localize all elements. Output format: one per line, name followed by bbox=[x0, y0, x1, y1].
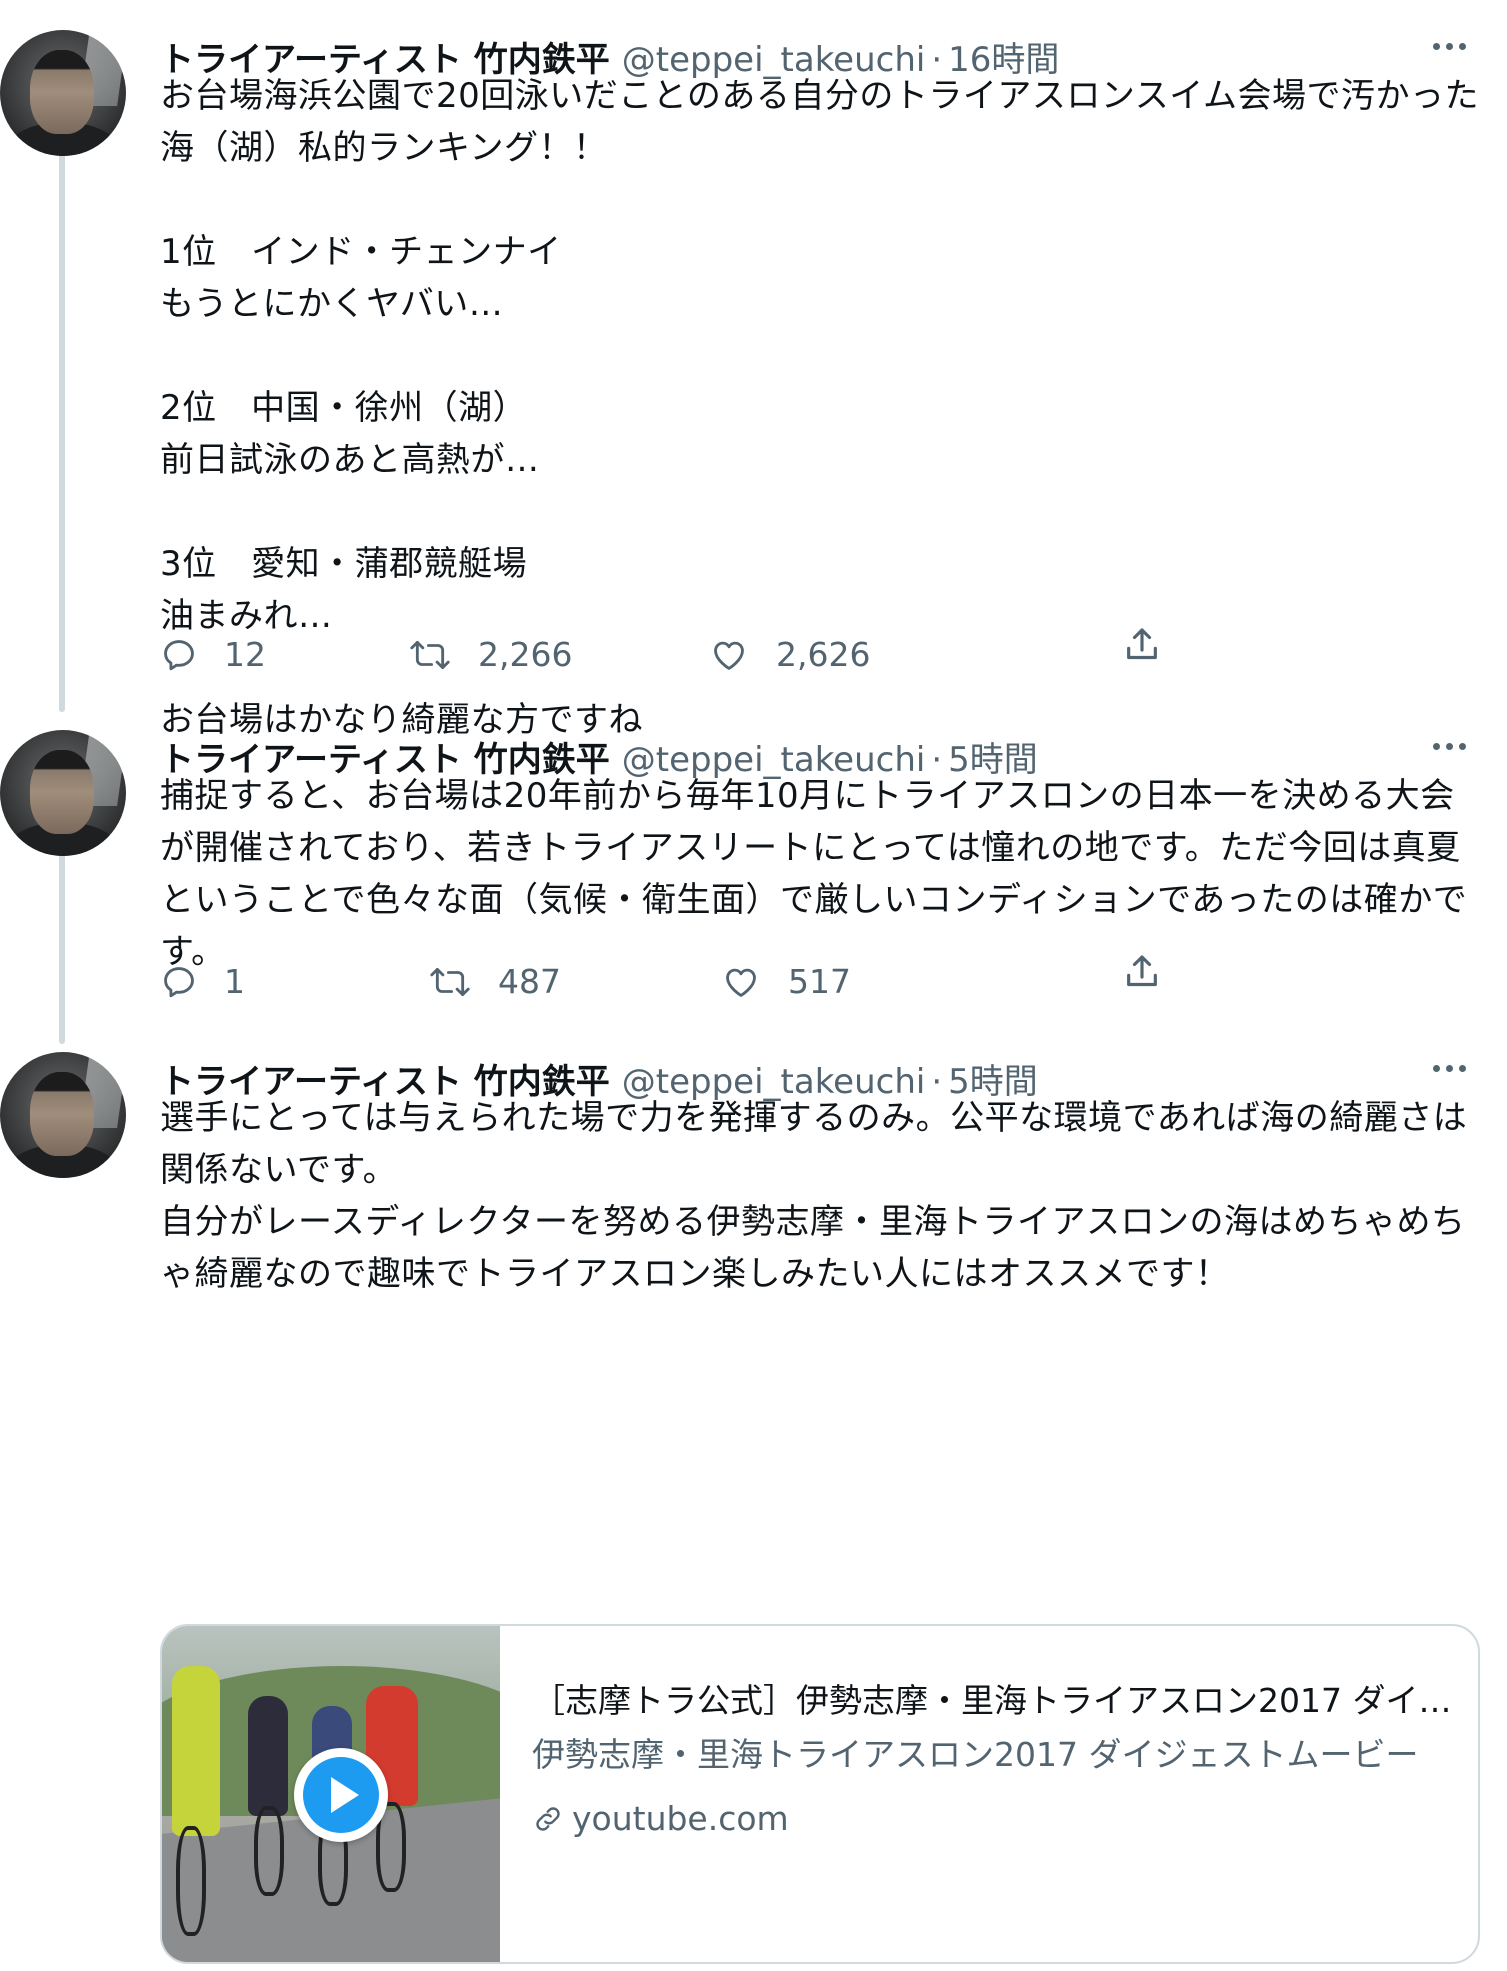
link-card[interactable]: ［志摩トラ公式］伊勢志摩・里海トライアスロン2017 ダイジェストムービー 伊勢… bbox=[160, 1624, 1480, 1964]
reply-button[interactable]: 1 bbox=[160, 952, 245, 1012]
card-title[interactable]: ［志摩トラ公式］伊勢志摩・里海トライアスロン2017 ダイジェストムービー bbox=[532, 1678, 1452, 1724]
tweet-2[interactable]: トライアーティスト 竹内鉄平 @teppei_takeuchi · 5時間 捕捉… bbox=[0, 722, 1507, 1022]
retweet-icon bbox=[430, 967, 470, 997]
like-icon bbox=[714, 641, 744, 670]
like-button[interactable]: 2,626 bbox=[708, 625, 870, 685]
tweet-text: 捕捉すると、お台場は20年前から毎年10月にトライアスロンの日本一を決める大会が… bbox=[160, 776, 1468, 972]
share-icon bbox=[1127, 628, 1157, 660]
like-button[interactable]: 517 bbox=[720, 952, 851, 1012]
reply-icon bbox=[164, 967, 194, 998]
avatar[interactable] bbox=[0, 730, 126, 856]
link-icon bbox=[536, 1807, 560, 1831]
avatar[interactable] bbox=[0, 30, 126, 156]
play-icon[interactable] bbox=[294, 1748, 388, 1842]
tweet-1[interactable]: トライアーティスト 竹内鉄平 @teppei_takeuchi · 16時間 お… bbox=[0, 22, 1507, 740]
reply-icon bbox=[164, 640, 194, 671]
more-horizontal-icon[interactable] bbox=[1433, 1065, 1466, 1072]
reply-button[interactable]: 12 bbox=[160, 625, 266, 685]
like-count: 2,626 bbox=[776, 635, 871, 674]
reply-count: 1 bbox=[224, 962, 245, 1001]
video-thumbnail[interactable] bbox=[162, 1626, 500, 1962]
retweet-icon bbox=[410, 640, 450, 670]
tweet-actions: 12 2,266 2,626 bbox=[160, 625, 1300, 685]
card-domain: youtube.com bbox=[532, 1796, 1452, 1842]
card-body: ［志摩トラ公式］伊勢志摩・里海トライアスロン2017 ダイジェストムービー 伊勢… bbox=[532, 1678, 1452, 1842]
tweet-thread: トライアーティスト 竹内鉄平 @teppei_takeuchi · 16時間 お… bbox=[0, 0, 1507, 1971]
like-count: 517 bbox=[788, 962, 851, 1001]
retweet-button[interactable]: 2,266 bbox=[408, 625, 572, 685]
tweet-3[interactable]: トライアーティスト 竹内鉄平 @teppei_takeuchi · 5時間 選手… bbox=[0, 1044, 1507, 1964]
avatar[interactable] bbox=[0, 1052, 126, 1178]
retweet-count: 487 bbox=[498, 962, 561, 1001]
tweet-text: 選手にとっては与えられた場で力を発揮するのみ。公平な環境であれば海の綺麗さは関係… bbox=[160, 1098, 1468, 1294]
share-button[interactable] bbox=[1122, 625, 1162, 665]
reply-count: 12 bbox=[224, 635, 266, 674]
more-horizontal-icon[interactable] bbox=[1433, 43, 1466, 50]
card-domain-text: youtube.com bbox=[572, 1799, 789, 1838]
retweet-button[interactable]: 487 bbox=[428, 952, 561, 1012]
tweet-actions: 1 487 517 bbox=[160, 952, 1300, 1012]
share-icon bbox=[1127, 955, 1157, 987]
more-horizontal-icon[interactable] bbox=[1433, 743, 1466, 750]
share-button[interactable] bbox=[1122, 952, 1162, 992]
card-description: 伊勢志摩・里海トライアスロン2017 ダイジェストムービー bbox=[532, 1735, 1419, 1774]
like-icon bbox=[726, 968, 756, 997]
retweet-count: 2,266 bbox=[478, 635, 573, 674]
